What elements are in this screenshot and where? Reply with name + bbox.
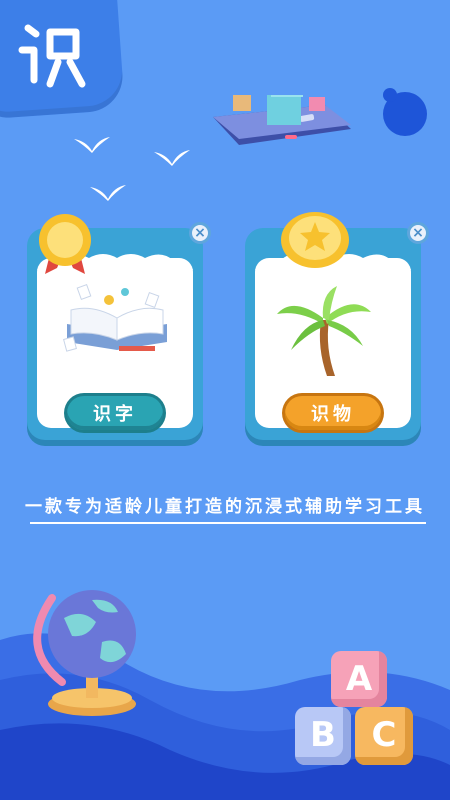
tagline-underline — [30, 522, 426, 524]
abc-blocks: A B C — [295, 645, 435, 770]
card-recognize-objects[interactable]: × 识物 — [245, 212, 429, 440]
block-c: C — [355, 707, 413, 765]
bird-icon — [74, 137, 110, 153]
recognize-objects-button[interactable]: 识物 — [285, 396, 381, 430]
decor-dot-small — [383, 88, 397, 102]
gold-medal-icon — [39, 214, 91, 274]
card-recognize-characters[interactable]: × 识字 — [27, 214, 211, 440]
phone-cubes-illustration — [213, 95, 351, 145]
bird-icon — [154, 150, 190, 166]
tagline: 一款专为适龄儿童打造的沉浸式辅助学习工具 — [25, 497, 425, 517]
close-icon[interactable]: × — [407, 222, 429, 244]
block-a: A — [331, 651, 387, 707]
block-b: B — [295, 707, 351, 765]
bird-icon — [90, 185, 126, 201]
recognize-characters-button[interactable]: 识字 — [67, 396, 163, 430]
star-coin-icon — [281, 212, 349, 268]
open-book-icon — [63, 284, 167, 352]
palm-tree-icon — [277, 286, 371, 376]
globe-icon — [33, 590, 136, 716]
close-icon[interactable]: × — [189, 222, 211, 244]
shi-character-logo-icon — [18, 24, 86, 88]
